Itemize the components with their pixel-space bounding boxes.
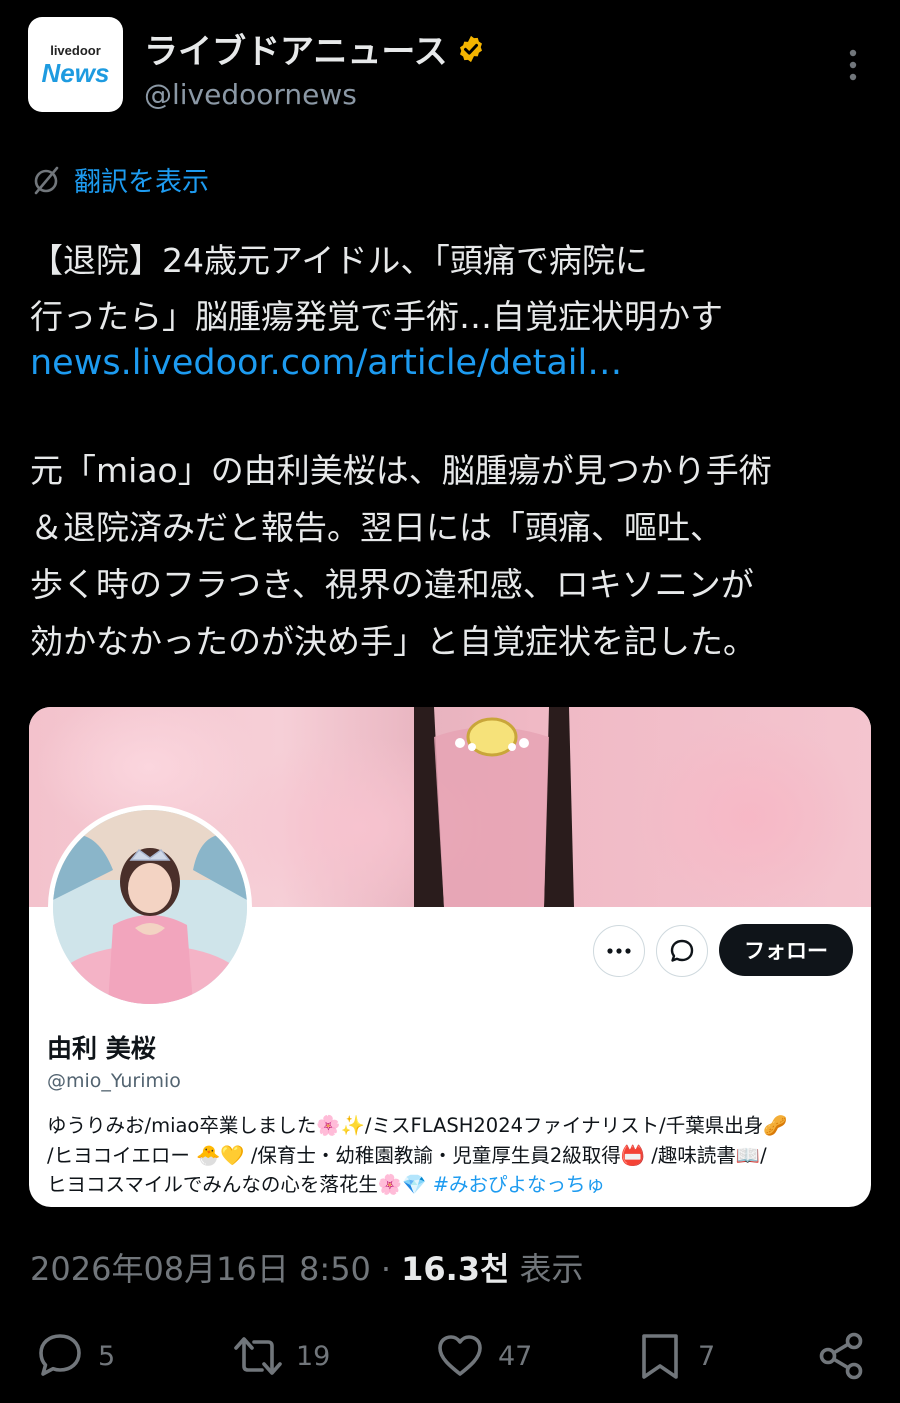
retweet-count: 19 — [296, 1340, 331, 1372]
avatar-logo-line2: News — [41, 57, 110, 88]
profile-avatar — [48, 805, 252, 1009]
profile-message-button[interactable] — [656, 925, 708, 977]
banner-figure — [414, 707, 574, 907]
avatar-logo-line1: livedoor — [50, 42, 101, 58]
tweet-timestamp[interactable]: 2026年08月16日 8:50 — [30, 1244, 371, 1290]
author-display-name[interactable]: ライブドアニュース — [144, 24, 448, 73]
views-label: 表示 — [519, 1250, 584, 1288]
bookmark-icon — [642, 1334, 678, 1379]
like-icon — [438, 1335, 482, 1376]
reply-icon — [39, 1334, 81, 1376]
bio-line: ゆうりみお/miao卒業しました🌸✨/ミスFLASH2024ファイナリスト/千葉… — [47, 1114, 788, 1137]
message-icon — [670, 939, 694, 962]
body-line: 歩く時のフラつき、視界の違和感、ロキソニンが — [30, 565, 754, 604]
headline-line: 【退院】24歳元アイドル、「頭痛で病院に — [30, 241, 648, 280]
profile-name: 由利 美桜 — [47, 1034, 156, 1063]
tweet-headline: 【退院】24歳元アイドル、「頭痛で病院に 行ったら」脳腫瘍発覚で手術…自覚症状明… — [30, 233, 875, 345]
meta-separator: · — [380, 1250, 392, 1288]
tweet-meta: 2026年08月16日 8:50 · 16.3천 表示 — [30, 1244, 584, 1290]
profile-handle: @mio_Yurimio — [47, 1070, 181, 1092]
profile-follow-button[interactable]: フォロー — [719, 924, 853, 976]
bookmark-count: 7 — [698, 1340, 716, 1372]
reply-button[interactable]: 5 — [34, 1330, 115, 1382]
body-line: 効かなかったのが決め手」と自覚症状を記した。 — [30, 622, 756, 661]
reply-count: 5 — [98, 1340, 116, 1372]
like-button[interactable]: 47 — [434, 1330, 532, 1382]
translate-row[interactable]: 翻訳を表示 — [30, 160, 209, 199]
profile-more-button[interactable] — [593, 925, 645, 977]
account-avatar[interactable]: livedoor News — [28, 17, 123, 112]
bio-line-text: ヒヨコスマイルでみんなの心を落花生🌸💎 — [47, 1173, 433, 1196]
share-button[interactable] — [816, 1330, 868, 1382]
profile-bio: ゆうりみお/miao卒業しました🌸✨/ミスFLASH2024ファイナリスト/千葉… — [47, 1111, 862, 1200]
body-line: ＆退院済みだと報告。翌日には「頭痛、嘔吐、 — [30, 508, 723, 547]
card-more-icon — [607, 948, 631, 954]
translate-icon — [34, 166, 59, 194]
retweet-button[interactable]: 19 — [232, 1330, 330, 1382]
views-count: 16.3천 — [401, 1250, 510, 1288]
attached-image[interactable]: フォロー 由利 美桜 @mio_Yurimio ゆうりみお/miao卒業しました… — [29, 707, 871, 1207]
bio-hashtag[interactable]: #みおぴよなっちゅ — [433, 1173, 605, 1196]
bio-line: ヒヨコスマイルでみんなの心を落花生🌸💎 #みおぴよなっちゅ — [47, 1170, 862, 1200]
author-handle[interactable]: @livedoornews — [144, 78, 357, 111]
like-count: 47 — [498, 1340, 533, 1372]
body-line: 元「miao」の由利美桜は、脳腫瘍が見つかり手術 — [30, 451, 772, 490]
retweet-icon — [234, 1337, 282, 1375]
bookmark-button[interactable]: 7 — [634, 1330, 715, 1382]
headline-line: 行ったら」脳腫瘍発覚で手術…自覚症状明かす — [30, 297, 723, 336]
translate-link[interactable]: 翻訳を表示 — [74, 160, 209, 199]
author-name-row[interactable]: ライブドアニュース — [144, 24, 486, 73]
article-link[interactable]: news.livedoor.com/article/detail… — [30, 343, 622, 383]
bio-line: /ヒヨコイエロー 🐣💛 /保育士・幼稚園教諭・児童厚生員2級取得📛 /趣味読書📖… — [47, 1143, 767, 1167]
more-icon[interactable] — [838, 48, 868, 82]
tweet-body: 元「miao」の由利美桜は、脳腫瘍が見つかり手術 ＆退院済みだと報告。翌日には「… — [30, 442, 880, 670]
verified-badge-icon — [459, 35, 482, 62]
share-icon — [819, 1332, 863, 1380]
